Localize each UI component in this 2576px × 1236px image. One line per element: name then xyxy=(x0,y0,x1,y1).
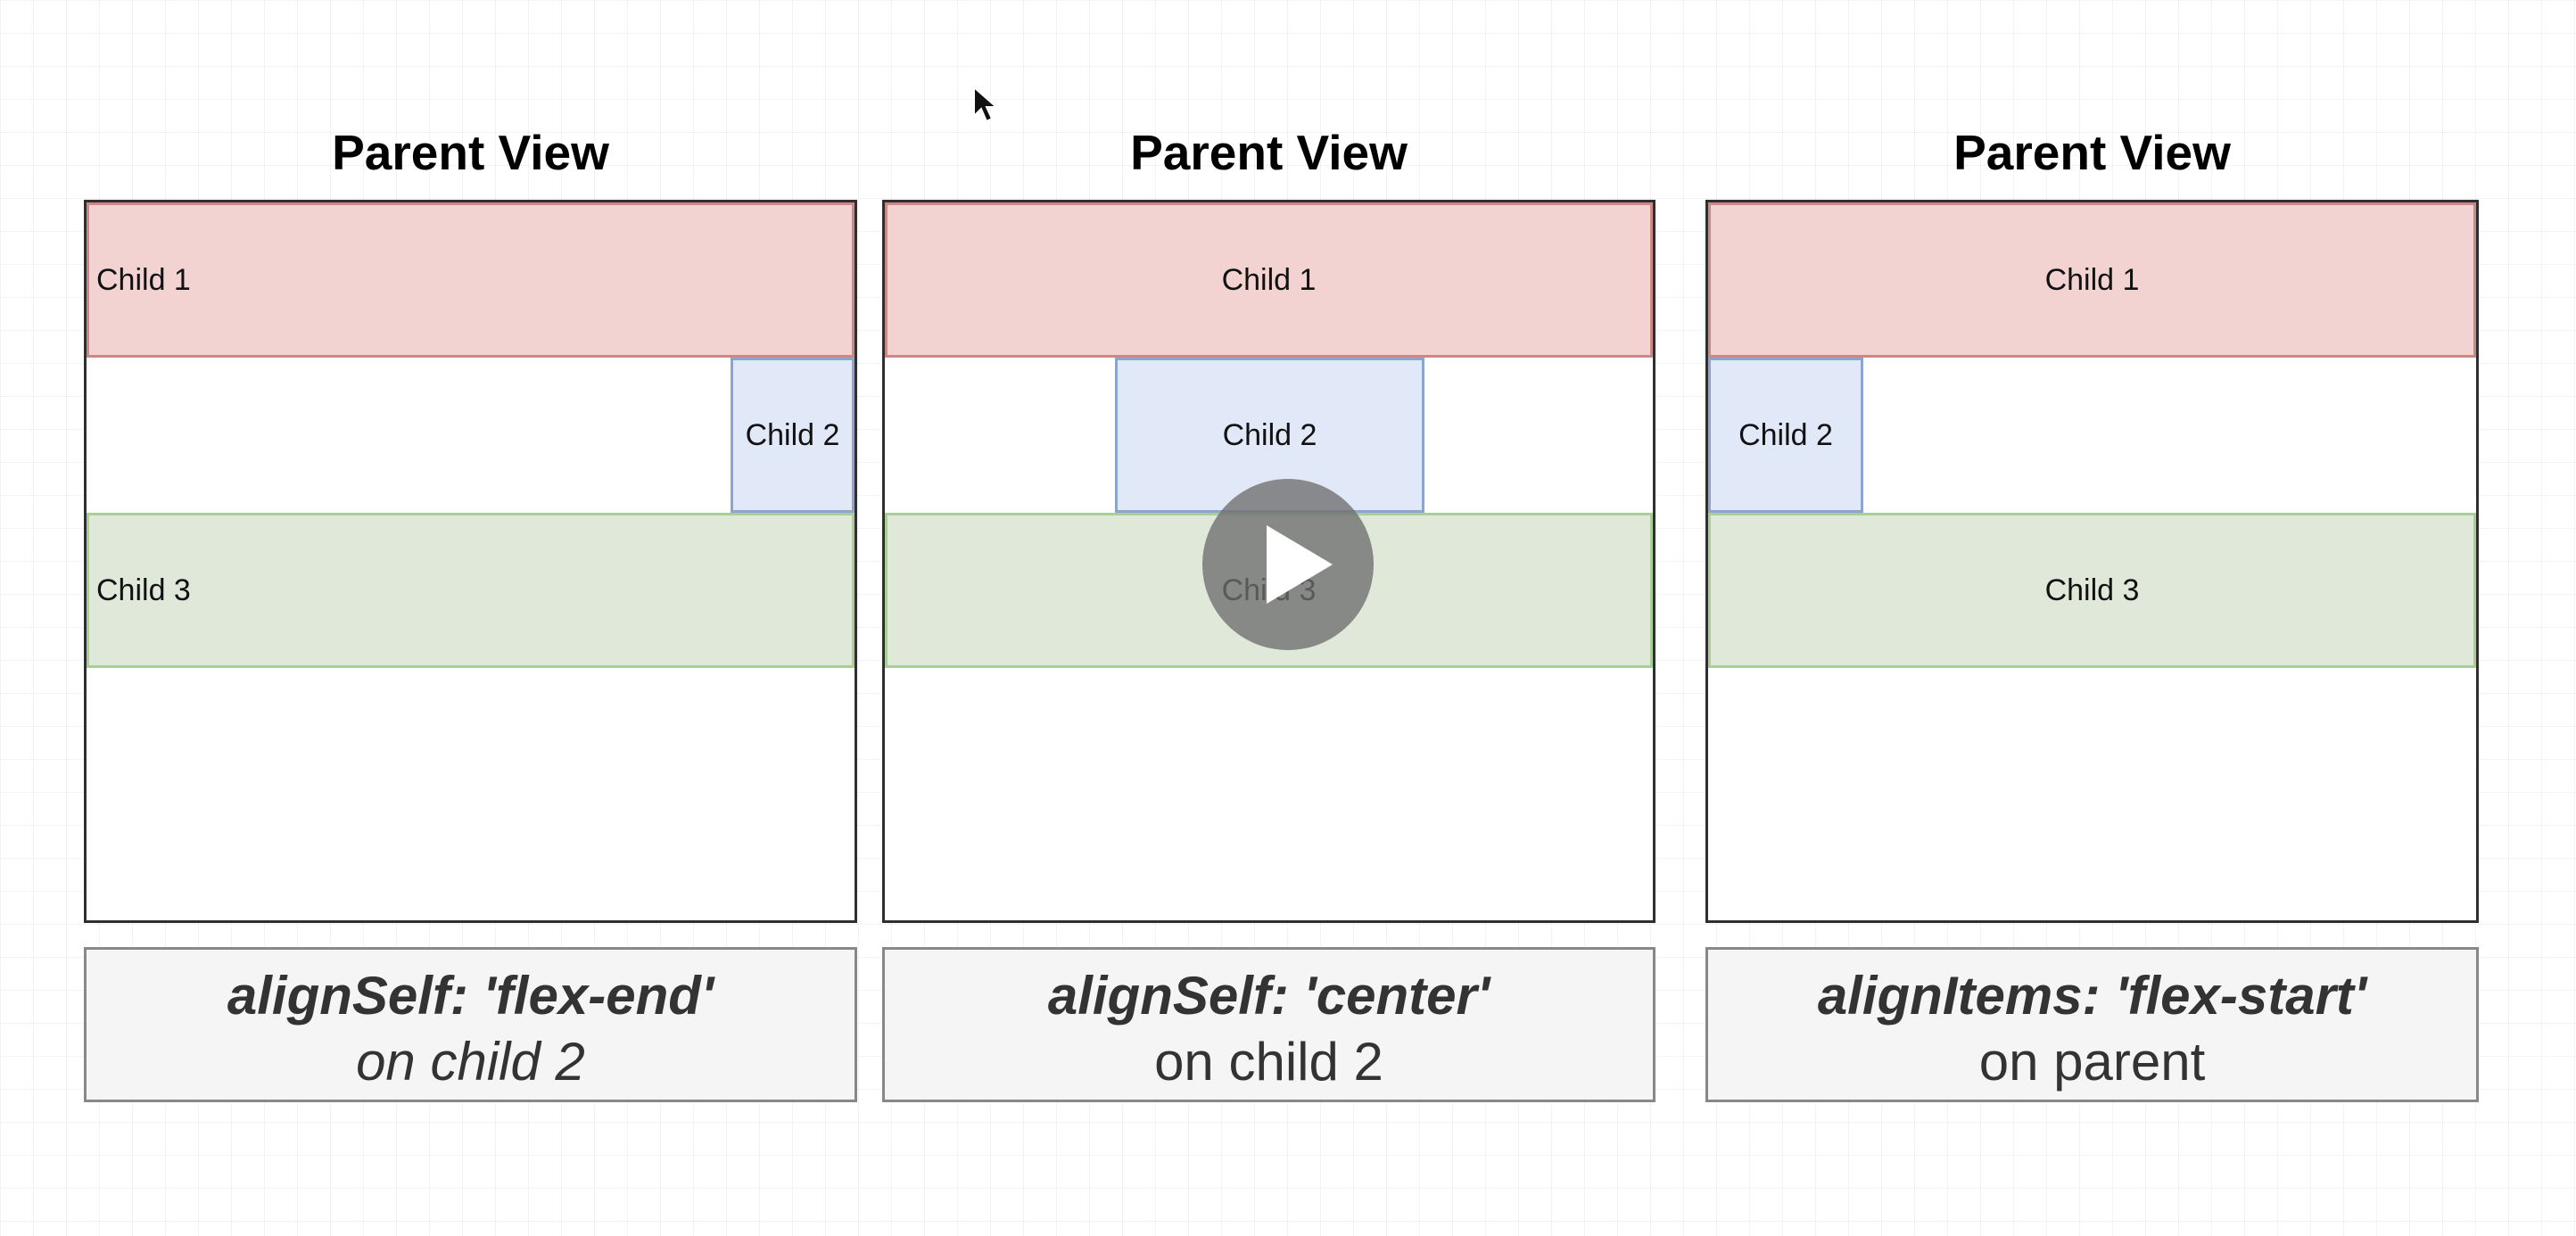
child-3-box: Child 3 xyxy=(1708,513,2476,668)
caption-property: alignItems: 'flex-start' xyxy=(1817,966,2367,1026)
caption-property: alignSelf: 'flex-end' xyxy=(227,966,714,1026)
child-2-box: Child 2 xyxy=(731,358,855,513)
child-1-box: Child 1 xyxy=(885,202,1653,358)
panel-title: Parent View xyxy=(332,125,609,180)
child-3-box: Child 3 xyxy=(87,513,855,668)
child-2-box: Child 2 xyxy=(1708,358,1863,513)
caption-target: on parent xyxy=(1978,1032,2206,1092)
panel-flex-end: Parent View Child 1 Child 2 Child 3 alig… xyxy=(84,0,857,1106)
child-1-box: Child 1 xyxy=(1708,202,2476,358)
caption-property: alignSelf: 'center' xyxy=(1047,966,1490,1026)
panel-flex-start: Parent View Child 1 Child 2 Child 3 alig… xyxy=(1705,0,2479,1106)
caption-target: on child 2 xyxy=(356,1032,585,1092)
caption-target: on child 2 xyxy=(1154,1032,1383,1092)
play-icon xyxy=(1267,525,1333,604)
panel-title: Parent View xyxy=(1130,125,1408,180)
child-1-box: Child 1 xyxy=(87,202,855,358)
play-button[interactable] xyxy=(1202,479,1374,650)
panel-title: Parent View xyxy=(1953,125,2231,180)
caption-box: alignItems: 'flex-start' on parent xyxy=(1705,947,2479,1102)
caption-box: alignSelf: 'center' on child 2 xyxy=(882,947,1655,1102)
caption-box: alignSelf: 'flex-end' on child 2 xyxy=(84,947,857,1102)
parent-view-box: Child 1 Child 2 Child 3 xyxy=(1705,200,2479,923)
parent-view-box: Child 1 Child 2 Child 3 xyxy=(84,200,857,923)
mouse-cursor-icon xyxy=(973,86,999,123)
